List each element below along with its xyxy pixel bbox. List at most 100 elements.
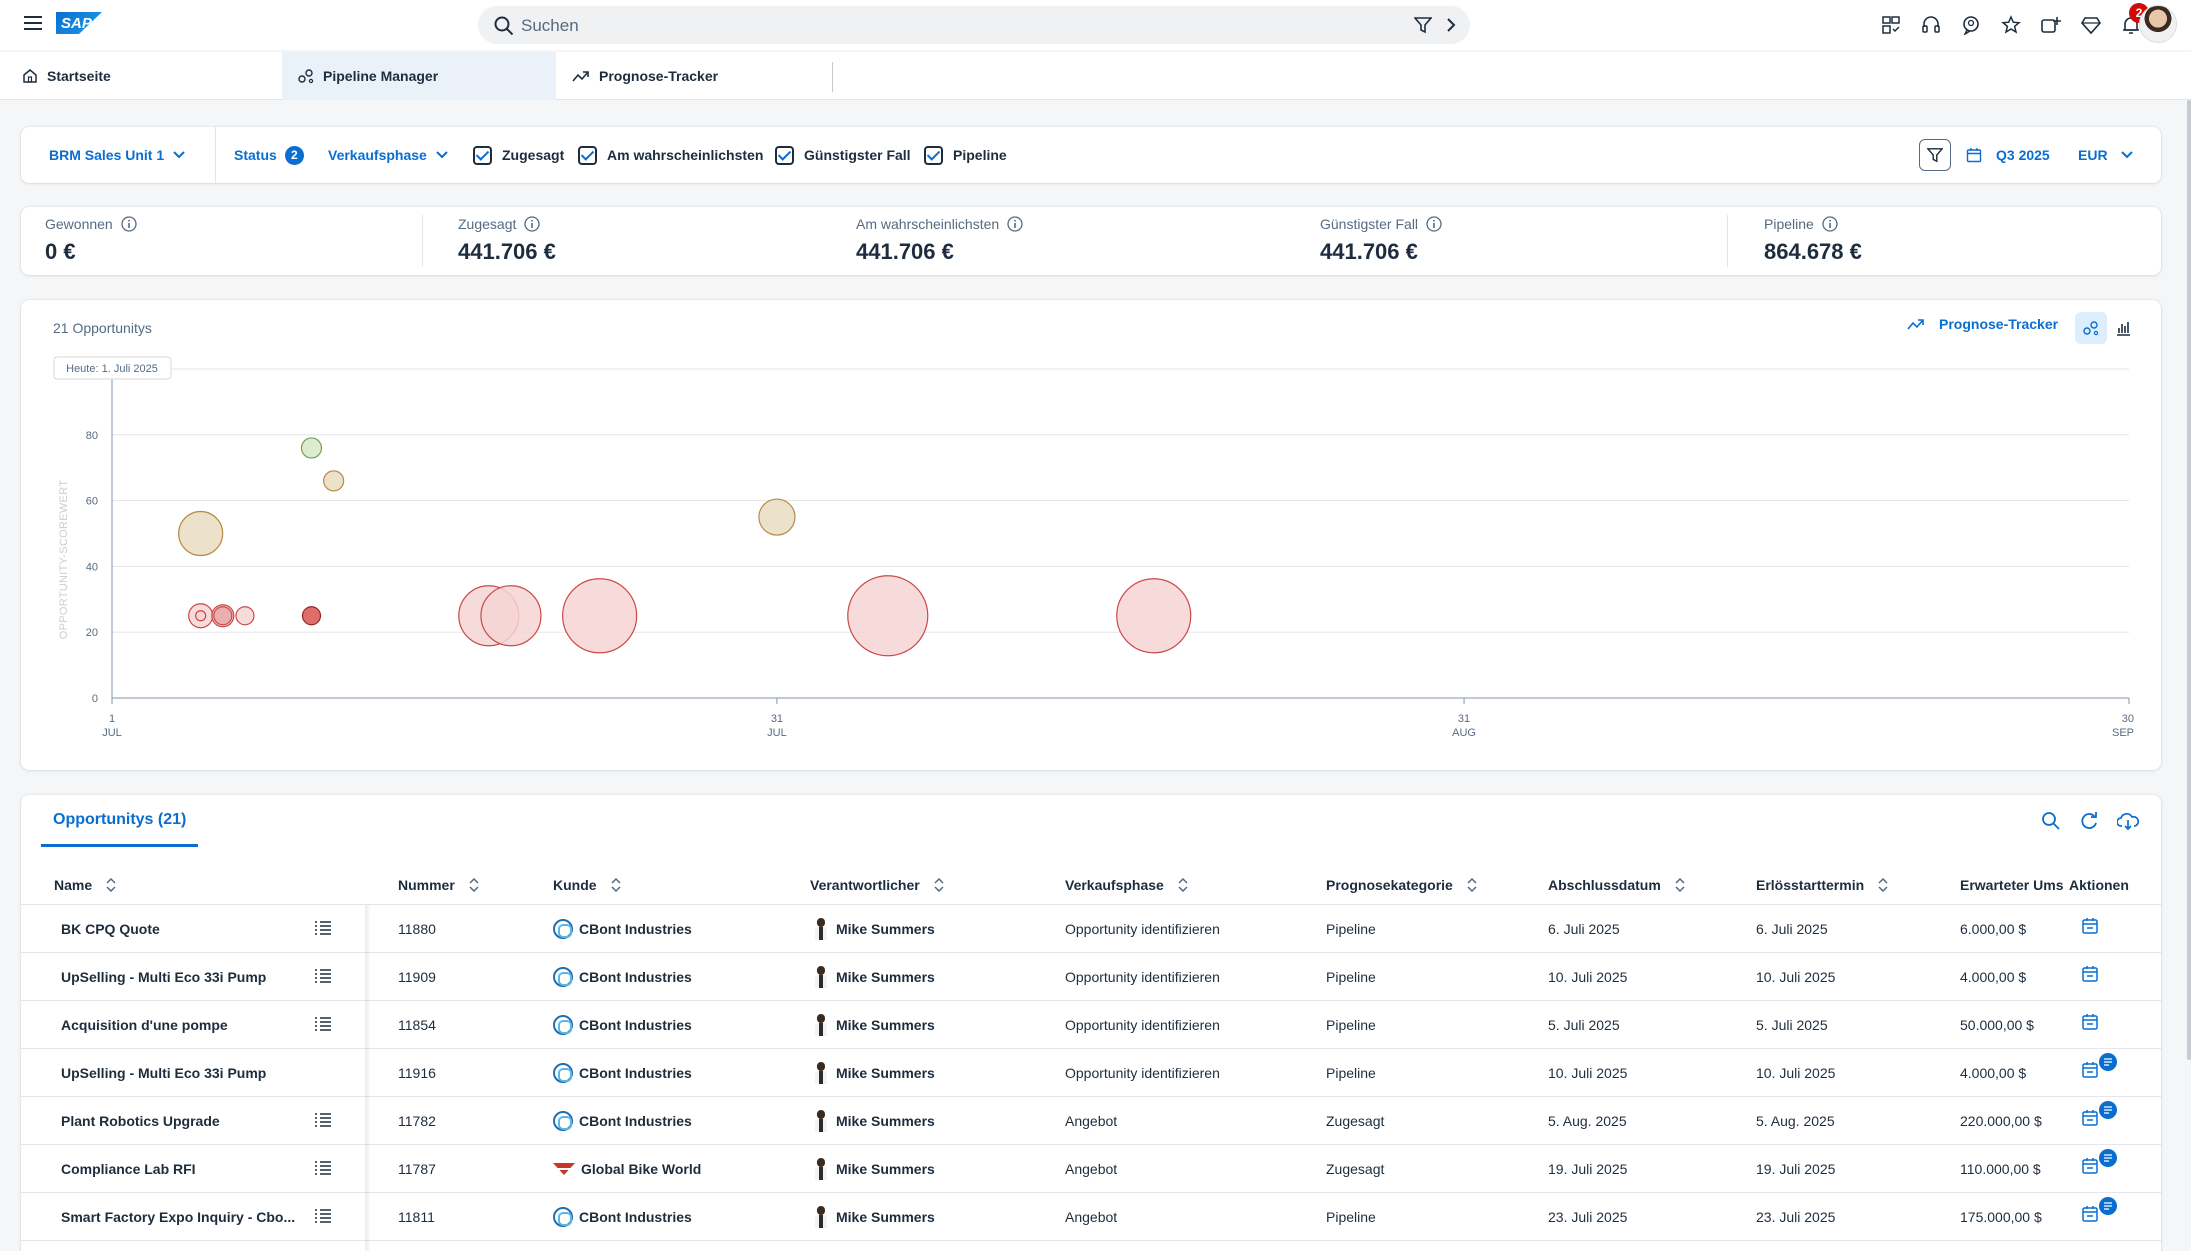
search-filter-icon[interactable] (1414, 16, 1432, 34)
opportunity-bubble[interactable] (178, 510, 224, 557)
column-header[interactable]: Verantwortlicher (810, 865, 1050, 905)
opportunity-name[interactable]: UpSelling - Multi Eco 33i Pump (61, 953, 311, 1001)
column-header[interactable]: Aktionen (2069, 865, 2159, 905)
chat-icon[interactable] (1959, 13, 1983, 37)
opportunity-name[interactable]: Plant Robotics Upgrade (61, 1097, 311, 1145)
sort-icon[interactable] (469, 878, 479, 892)
table-row[interactable]: BK CPQ Quote 11880 Mike Summers Opportunity… (21, 905, 2161, 953)
page-scrollbar[interactable] (2187, 100, 2191, 1060)
star-icon[interactable] (1999, 13, 2023, 37)
list-icon[interactable] (314, 920, 332, 936)
status-filter[interactable]: Status 2 (234, 127, 304, 183)
customer-cell[interactable]: CBont Industries (553, 1097, 793, 1145)
prognose-tracker-link[interactable]: Prognose-Tracker (1907, 316, 2058, 332)
currency-select[interactable]: EUR (2078, 127, 2134, 183)
sort-icon[interactable] (1675, 878, 1685, 892)
checkbox-checked-icon[interactable] (473, 145, 492, 165)
opportunity-name[interactable]: UpSelling - Multi Eco 33i Pump (61, 1049, 311, 1097)
list-icon[interactable] (314, 1112, 332, 1128)
customer-cell[interactable]: CBont Industries (553, 1049, 793, 1097)
column-header[interactable]: Erlösstarttermin (1756, 865, 1946, 905)
search-icon[interactable] (2041, 811, 2061, 831)
sort-icon[interactable] (934, 878, 944, 892)
checkbox-guenstigster-fall[interactable]: Günstigster Fall (775, 127, 911, 183)
activity-button[interactable] (2081, 1197, 2117, 1229)
activity-button[interactable] (2081, 1053, 2117, 1085)
opportunity-name[interactable]: Acquisition d'une pompe (61, 1001, 311, 1049)
activity-button[interactable] (2081, 965, 2105, 989)
checkbox-checked-icon[interactable] (578, 145, 597, 165)
opportunity-bubble[interactable] (301, 606, 322, 626)
opportunity-bubble[interactable] (1116, 578, 1192, 654)
activity-button[interactable] (2081, 917, 2105, 941)
info-icon[interactable] (1007, 216, 1023, 232)
app-switcher-icon[interactable] (1879, 13, 1903, 37)
table-row[interactable]: Acquisition d'une pompe 11854 Mike Summers… (21, 1001, 2161, 1049)
activity-button[interactable] (2081, 1101, 2117, 1133)
tab-startseite[interactable]: Startseite (22, 52, 282, 100)
opportunity-bubble[interactable] (300, 437, 323, 459)
column-header[interactable]: Abschlussdatum (1548, 865, 1738, 905)
headset-icon[interactable] (1919, 13, 1943, 37)
sort-icon[interactable] (106, 878, 116, 892)
info-icon[interactable] (524, 216, 541, 232)
column-header[interactable]: Verkaufsphase (1065, 865, 1305, 905)
opportunity-name[interactable]: Compliance Lab RFI (61, 1145, 311, 1193)
opportunity-bubble[interactable] (323, 470, 345, 492)
table-row[interactable]: Compliance Lab RFI 11787 Mike Summers Angeb… (21, 1145, 2161, 1193)
table-row[interactable]: UpSelling - Multi Eco 33i Pump 11916 Mike … (21, 1049, 2161, 1097)
search-placeholder[interactable]: Suchen (521, 16, 579, 36)
column-header[interactable]: Prognosekategorie (1326, 865, 1526, 905)
tab-opportunitys[interactable]: Opportunitys (21) (41, 795, 199, 847)
customer-cell[interactable]: CBont Industries (553, 1001, 793, 1049)
opportunity-name[interactable]: BK CPQ Quote (61, 905, 311, 953)
checkbox-checked-icon[interactable] (924, 145, 943, 165)
list-icon[interactable] (314, 1016, 332, 1032)
activity-button[interactable] (2081, 1013, 2105, 1037)
phase-select[interactable]: Verkaufsphase (328, 127, 449, 183)
column-header[interactable]: Erwarteter Umsatz (1960, 865, 2064, 905)
checkbox-am-wahrscheinlichsten[interactable]: Am wahrscheinlichsten (578, 127, 763, 183)
customer-cell[interactable]: CBont Industries (553, 1193, 793, 1241)
list-icon[interactable] (314, 1208, 332, 1224)
opportunity-bubble[interactable] (758, 498, 796, 536)
opportunity-bubble[interactable] (562, 578, 638, 654)
opportunity-bubble[interactable] (213, 606, 233, 626)
opportunity-bubble[interactable] (235, 606, 255, 626)
sort-icon[interactable] (1878, 878, 1888, 892)
column-header[interactable]: Nummer (398, 865, 518, 905)
activity-button[interactable] (2081, 1149, 2117, 1181)
table-row[interactable]: Smart Factory Expo Inquiry - Cbo... 11811… (21, 1193, 2161, 1241)
sales-unit-select[interactable]: BRM Sales Unit 1 (49, 127, 186, 183)
chevron-right-icon[interactable] (1444, 17, 1458, 33)
filter-button[interactable] (1919, 139, 1951, 171)
table-row[interactable]: Plant Robotics Upgrade 11782 Mike Summers A… (21, 1097, 2161, 1145)
sap-logo[interactable]: SAP (56, 12, 102, 34)
customer-cell[interactable]: CBont Industries (553, 953, 793, 1001)
tab-pipeline-manager[interactable]: Pipeline Manager (282, 52, 556, 100)
info-icon[interactable] (1426, 216, 1442, 232)
list-icon[interactable] (314, 1160, 332, 1176)
menu-icon[interactable] (24, 16, 42, 32)
bar-view-button[interactable] (2107, 312, 2139, 344)
list-icon[interactable] (314, 968, 332, 984)
customer-cell[interactable]: Global Bike World (553, 1145, 793, 1193)
checkbox-checked-icon[interactable] (775, 145, 794, 165)
sort-icon[interactable] (611, 878, 621, 892)
table-row[interactable]: UpSelling - Multi Eco 33i Pump 11909 Mike … (21, 953, 2161, 1001)
opportunity-bubble[interactable] (195, 610, 207, 622)
column-header[interactable]: Name (54, 865, 314, 905)
user-avatar[interactable] (2139, 5, 2177, 43)
checkbox-pipeline[interactable]: Pipeline (924, 127, 1007, 183)
add-favorite-icon[interactable] (2039, 13, 2063, 37)
checkbox-zugesagt[interactable]: Zugesagt (473, 127, 564, 183)
opportunity-bubble[interactable] (480, 585, 542, 647)
customer-cell[interactable]: CBont Industries (553, 905, 793, 953)
info-icon[interactable] (1822, 216, 1838, 232)
bubble-view-button[interactable] (2075, 312, 2107, 344)
tab-prognose-tracker[interactable]: Prognose-Tracker (572, 52, 822, 100)
opportunity-bubble[interactable] (847, 575, 929, 657)
cloud-download-icon[interactable] (2117, 811, 2139, 831)
diamond-icon[interactable] (2079, 13, 2103, 37)
refresh-icon[interactable] (2079, 811, 2099, 831)
